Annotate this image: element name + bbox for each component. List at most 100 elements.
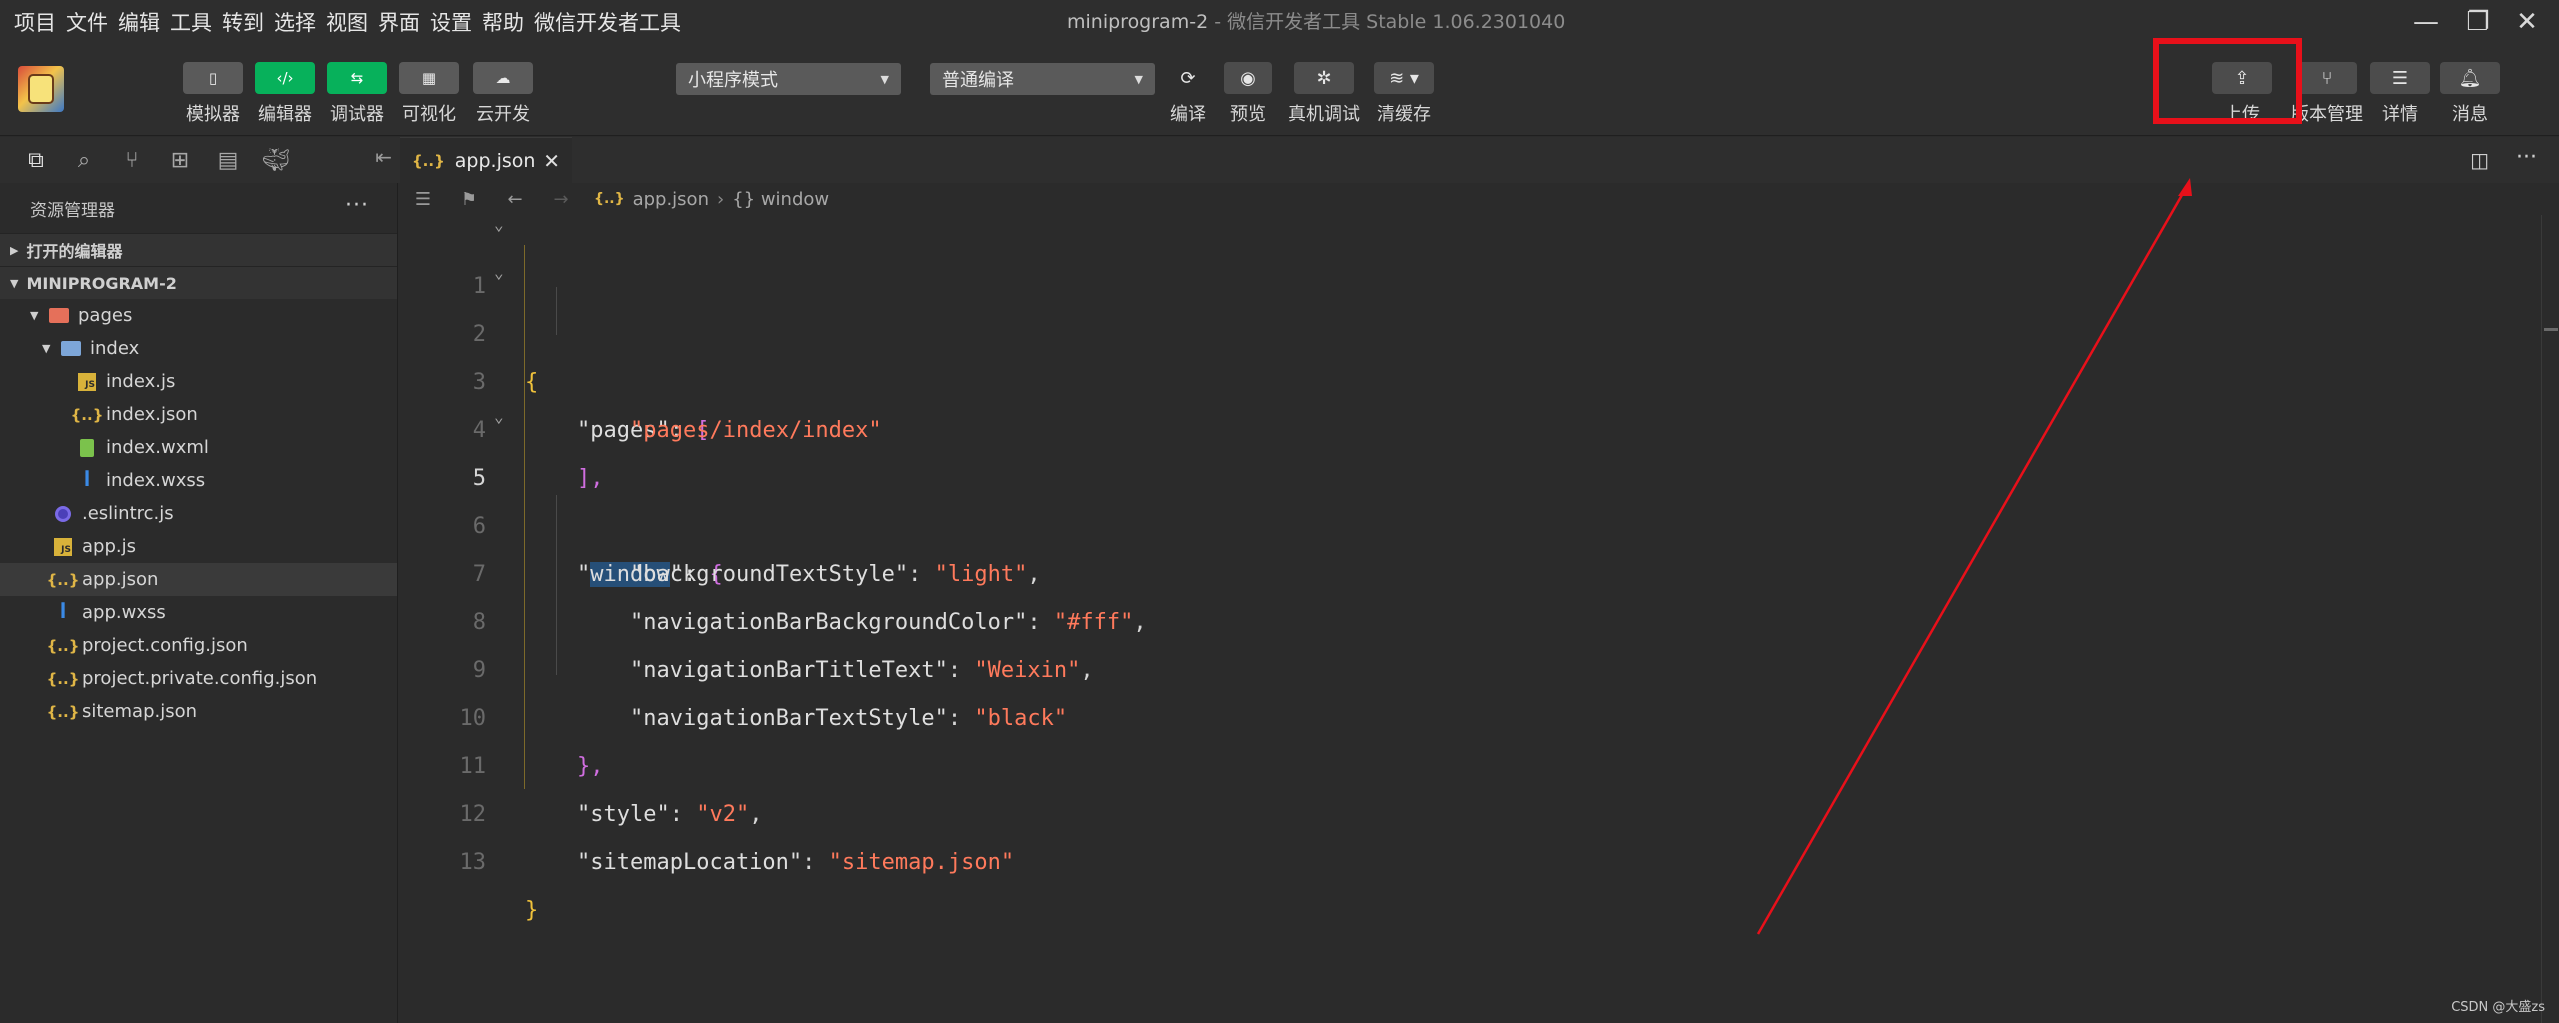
tree-item-label: app.wxss: [82, 602, 166, 623]
tree-item-label: index.js: [106, 371, 176, 392]
tree-item-project-config[interactable]: {..} project.config.json: [0, 629, 397, 662]
more-icon[interactable]: ···: [345, 193, 369, 218]
tree-item-label: .eslintrc.js: [82, 503, 174, 524]
tree-item-index-json[interactable]: {..} index.json: [0, 398, 397, 431]
close-window-button[interactable]: ✕: [2510, 6, 2544, 38]
code-line-6: 6 "backgroundTextStyle": "light",: [400, 455, 2500, 587]
code-line-3: 3 "pages/index/index": [400, 311, 2500, 443]
simulator-button[interactable]: ▯ 模拟器: [183, 62, 243, 126]
code-icon: ‹/›: [255, 62, 315, 94]
messages-button[interactable]: 🔔︎ 消息: [2440, 62, 2500, 126]
tree-item-project-private-config[interactable]: {..} project.private.config.json: [0, 662, 397, 695]
tree-item-eslintrc[interactable]: .eslintrc.js: [0, 497, 397, 530]
project-section[interactable]: ▼ MINIPROGRAM-2: [0, 266, 397, 299]
code-line-10: 10 },: [400, 647, 2500, 779]
tab-app-json[interactable]: {..} app.json ✕: [400, 137, 572, 183]
source-control-icon[interactable]: ⑂: [108, 140, 156, 180]
menu-file[interactable]: 文件: [66, 7, 108, 37]
fold-chevron-icon[interactable]: ⌄: [494, 249, 504, 297]
explorer-icon[interactable]: ⧉: [12, 140, 60, 180]
phone-icon: ▯: [183, 62, 243, 94]
visual-button[interactable]: ▦ 可视化: [399, 62, 459, 126]
restore-button[interactable]: ❐: [2461, 6, 2495, 38]
clear-cache-button[interactable]: ≋ ▾ 清缓存: [1374, 62, 1434, 126]
tree-item-label: app.json: [82, 569, 159, 590]
editor-button[interactable]: ‹/› 编辑器: [255, 62, 315, 126]
compile-select[interactable]: 普通编译 ▼: [930, 63, 1155, 95]
open-editors-section[interactable]: ▶ 打开的编辑器: [0, 233, 397, 266]
tree-item-label: project.config.json: [82, 635, 248, 656]
menu-help[interactable]: 帮助: [482, 7, 524, 37]
tree-item-app-json[interactable]: {..} app.json: [0, 563, 397, 596]
code-line-11: 11 "style": "v2",: [400, 695, 2500, 827]
fold-chevron-icon[interactable]: ⌄: [494, 201, 504, 249]
docker-icon[interactable]: 🐳︎: [252, 140, 300, 180]
tree-item-label: index.wxml: [106, 437, 209, 458]
remote-debug-button[interactable]: ✲ 真机调试: [1288, 62, 1360, 126]
tree-item-index-wxss[interactable]: ꟾ index.wxss: [0, 464, 397, 497]
breadcrumb-file[interactable]: app.json: [633, 189, 709, 210]
menu-tools[interactable]: 工具: [170, 7, 212, 37]
scrollbar-marker: [2544, 328, 2558, 331]
breadcrumb-symbol[interactable]: {} window: [732, 189, 829, 210]
collapse-sidebar-icon[interactable]: ⇤: [375, 145, 392, 169]
code-line-4: 4 ],: [400, 359, 2500, 491]
tree-item-app-wxss[interactable]: ꟾ app.wxss: [0, 596, 397, 629]
tree-item-app-js[interactable]: JS app.js: [0, 530, 397, 563]
code-line-1: 1 ⌄ {: [400, 215, 2500, 395]
bookmark-icon[interactable]: ⚑: [446, 189, 492, 210]
code-string: "sitemap.json": [828, 850, 1015, 875]
tree-item-pages[interactable]: ▼ pages: [0, 299, 397, 332]
compile-button[interactable]: ⟳ 编译: [1164, 62, 1212, 126]
menu-goto[interactable]: 转到: [222, 7, 264, 37]
outline-icon[interactable]: ☰: [400, 189, 446, 210]
version-button[interactable]: ⑂ 版本管理: [2291, 62, 2363, 126]
storage-icon[interactable]: ▤: [204, 140, 252, 180]
visual-label: 可视化: [402, 104, 456, 125]
avatar[interactable]: [18, 66, 64, 112]
preview-button[interactable]: ◉ 预览: [1224, 62, 1272, 126]
tree-item-index-js[interactable]: JS index.js: [0, 365, 397, 398]
wxss-file-icon: ꟾ: [83, 470, 91, 491]
split-editor-icon[interactable]: ◫: [2470, 148, 2489, 172]
code-editor[interactable]: 1 ⌄ { 2 ⌄ "pages": [ 3 "pages/index/inde…: [400, 215, 2559, 1023]
tree-item-index-wxml[interactable]: index.wxml: [0, 431, 397, 464]
eslint-file-icon: [50, 505, 76, 522]
menu-view[interactable]: 视图: [326, 7, 368, 37]
tree-item-index-folder[interactable]: ▼ index: [0, 332, 397, 365]
upload-button[interactable]: ⇪ 上传: [2212, 62, 2272, 126]
menu-edit[interactable]: 编辑: [118, 7, 160, 37]
menu-project[interactable]: 项目: [14, 7, 56, 37]
tree-item-sitemap[interactable]: {..} sitemap.json: [0, 695, 397, 728]
code-line-5: 5 ⌄ "window": {: [400, 407, 2500, 587]
close-tab-icon[interactable]: ✕: [543, 149, 560, 173]
toolbar: ▯ 模拟器 ‹/› 编辑器 ⇆ 调试器 ▦ 可视化 ☁ 云开发 小程序模式 ▼ …: [0, 44, 2559, 136]
upload-icon: ⇪: [2212, 62, 2272, 94]
menu-settings[interactable]: 设置: [430, 7, 472, 37]
wxml-file-icon: [74, 438, 100, 457]
minimize-button[interactable]: —: [2409, 6, 2443, 38]
debug-icon: ⇆: [327, 62, 387, 94]
more-actions-icon[interactable]: ···: [2516, 145, 2537, 170]
mode-select[interactable]: 小程序模式 ▼: [676, 63, 901, 95]
project-name: miniprogram-2: [1067, 11, 1209, 33]
debugger-button[interactable]: ⇆ 调试器: [327, 62, 387, 126]
search-icon[interactable]: ⌕: [60, 140, 108, 180]
menu-devtools[interactable]: 微信开发者工具: [534, 7, 681, 37]
extensions-icon[interactable]: ⊞: [156, 140, 204, 180]
refresh-icon: ⟳: [1180, 67, 1196, 89]
version-label: 版本管理: [2291, 104, 2363, 125]
project-label: MINIPROGRAM-2: [26, 273, 177, 293]
activity-bar: ⧉ ⌕ ⑂ ⊞ ▤ 🐳︎ ⇤: [0, 137, 400, 183]
editor-label: 编辑器: [258, 104, 312, 125]
restore-icon: ❐: [2466, 7, 2490, 37]
editor-scrollbar[interactable]: [2541, 215, 2559, 1023]
code-line-9: 9 "navigationBarTextStyle": "black": [400, 599, 2500, 731]
fold-chevron-icon[interactable]: ⌄: [494, 393, 504, 441]
menu-select[interactable]: 选择: [274, 7, 316, 37]
details-button[interactable]: ☰ 详情: [2370, 62, 2430, 126]
cloud-dev-button[interactable]: ☁ 云开发: [473, 62, 533, 126]
menu-interface[interactable]: 界面: [378, 7, 420, 37]
tree-item-label: pages: [78, 305, 133, 326]
forward-arrow-icon[interactable]: →: [538, 189, 584, 210]
